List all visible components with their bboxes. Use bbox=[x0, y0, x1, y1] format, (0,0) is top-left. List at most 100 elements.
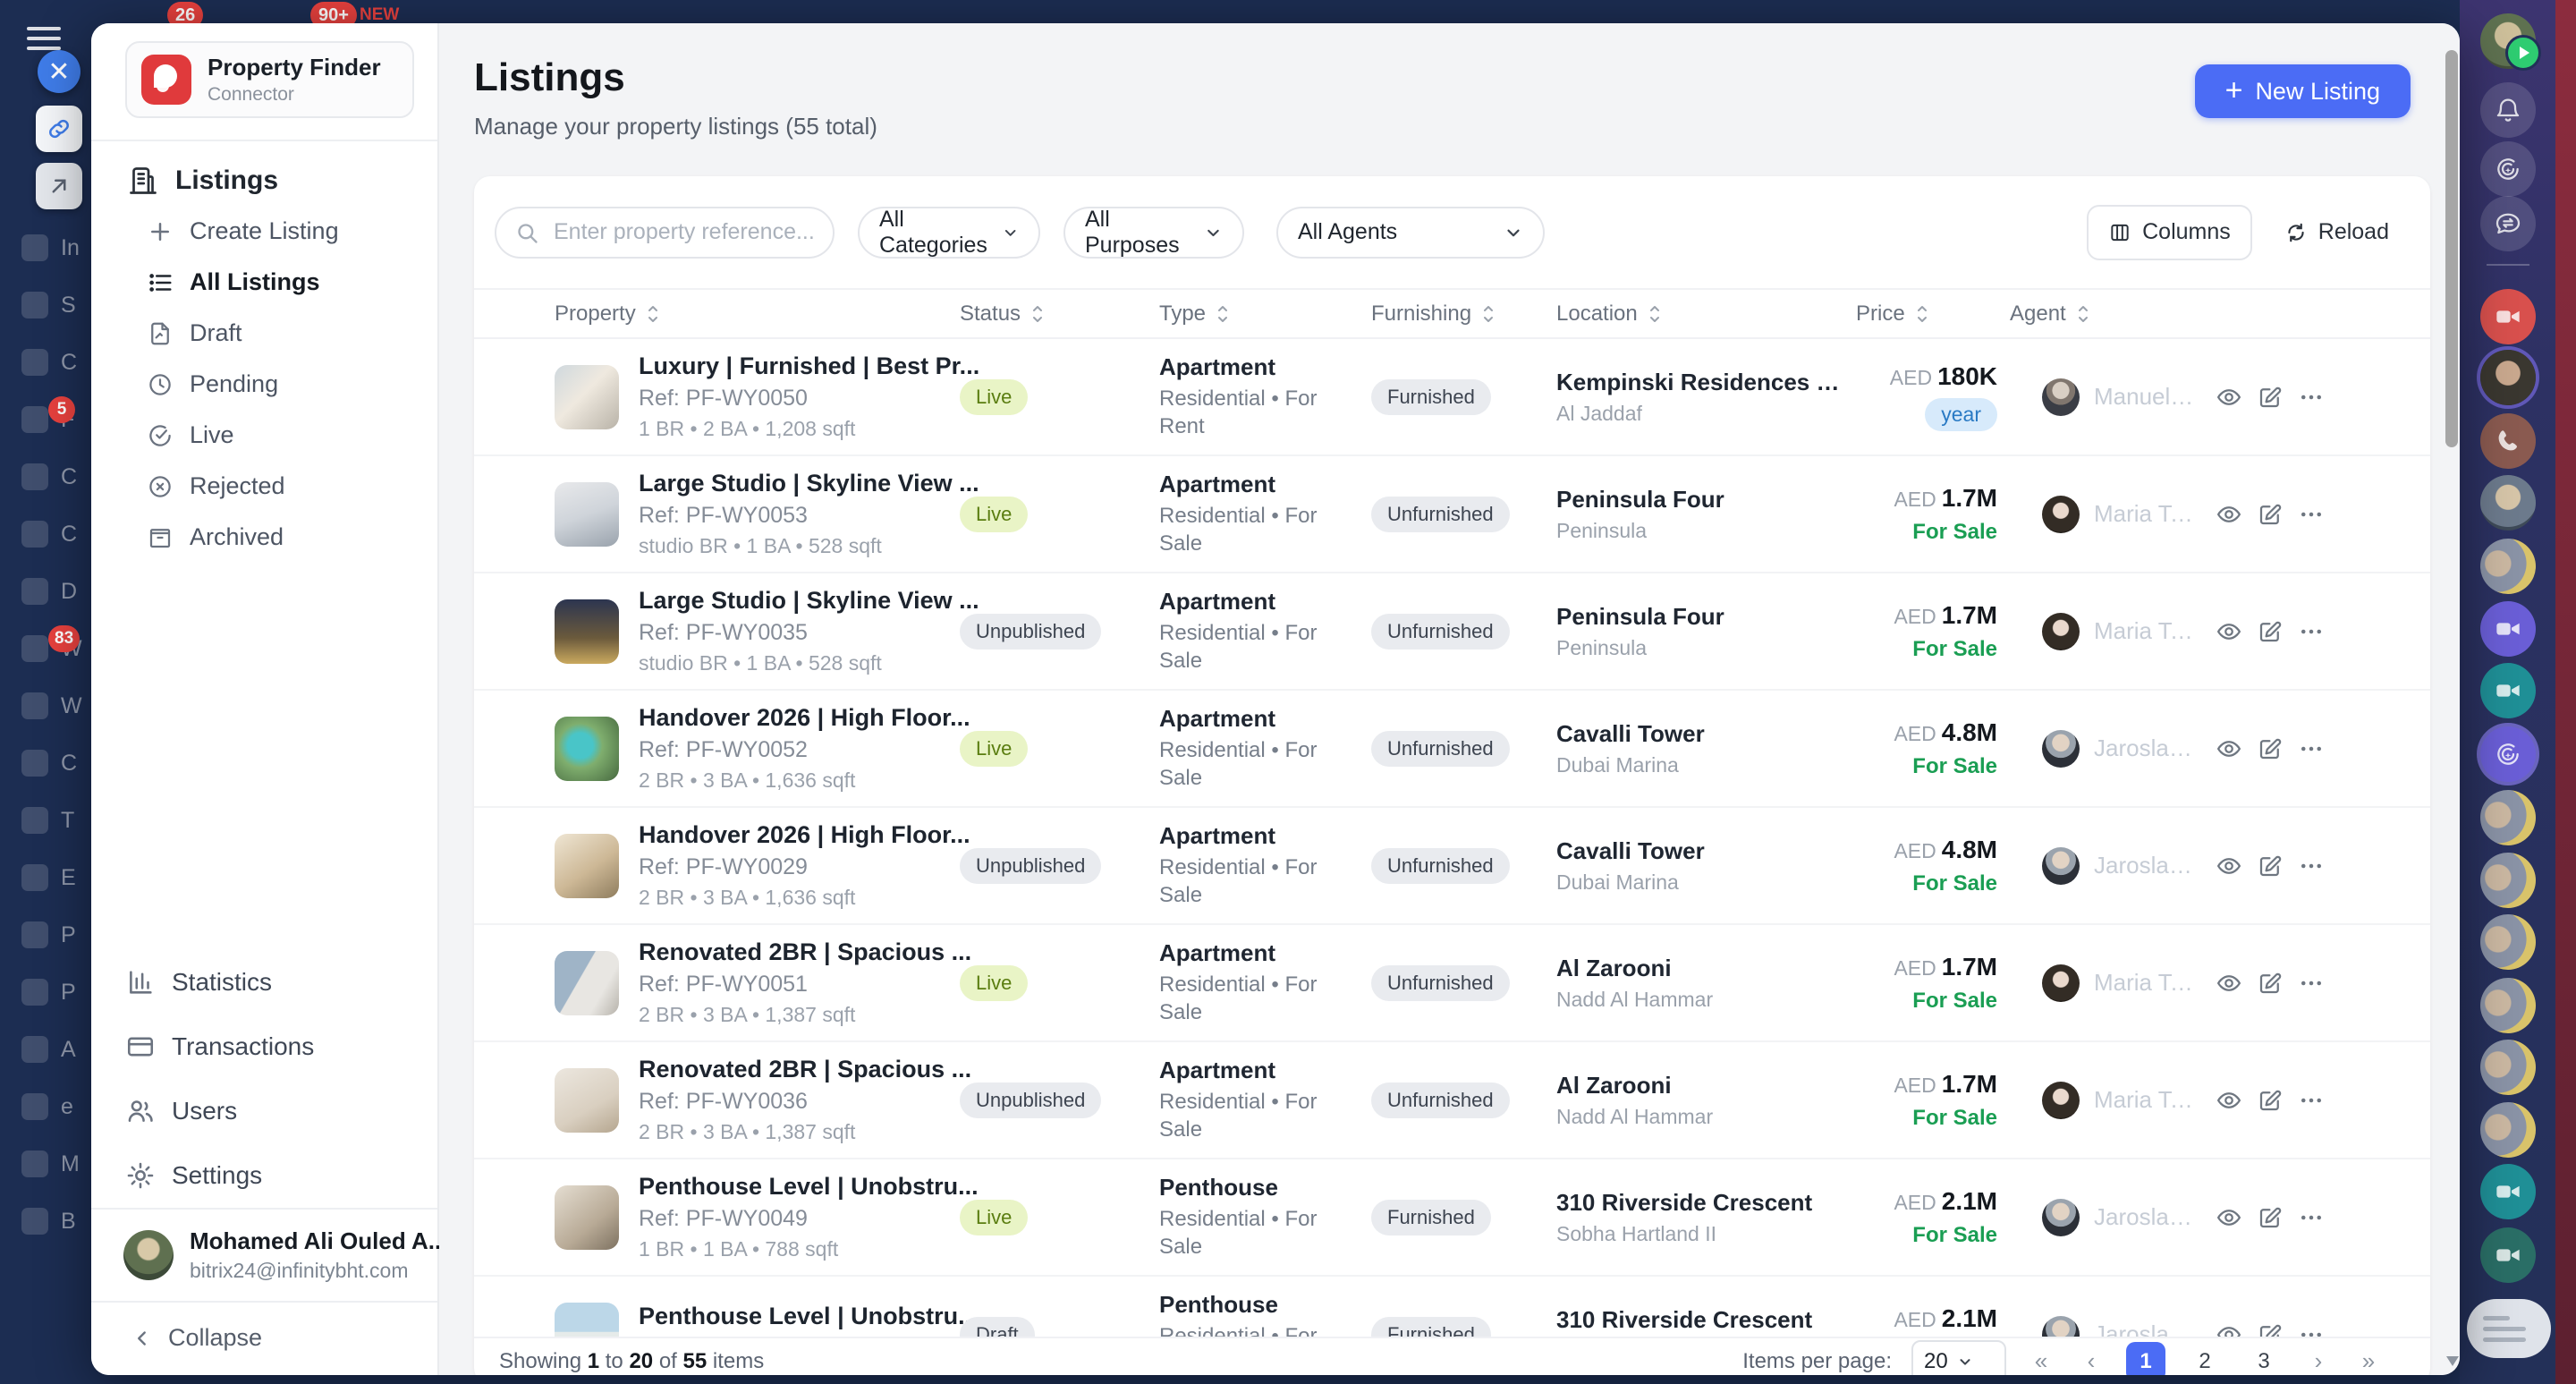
table-row[interactable]: Handover 2026 | High Floor...Ref: PF-WY0… bbox=[474, 691, 2430, 808]
sidebar-item-draft[interactable]: Draft bbox=[91, 308, 437, 359]
more-button[interactable] bbox=[2298, 1321, 2325, 1337]
group-chat-avatar[interactable] bbox=[2480, 539, 2536, 594]
bitrix-menu-item[interactable]: W bbox=[0, 677, 91, 734]
page-button-2[interactable]: 2 bbox=[2185, 1342, 2224, 1376]
video-conference-button[interactable] bbox=[2480, 1227, 2536, 1283]
page-button-1[interactable]: 1 bbox=[2126, 1342, 2165, 1376]
bitrix-menu-item[interactable]: W83 bbox=[0, 620, 91, 677]
hamburger-menu-icon[interactable] bbox=[27, 27, 61, 50]
bitrix-menu-item[interactable]: C bbox=[0, 448, 91, 505]
scrollbar-down-arrow[interactable] bbox=[2446, 1356, 2459, 1366]
view-button[interactable] bbox=[2216, 618, 2242, 645]
more-button[interactable] bbox=[2298, 1204, 2325, 1231]
column-header-location[interactable]: Location bbox=[1556, 301, 1856, 327]
table-row[interactable]: Large Studio | Skyline View ...Ref: PF-W… bbox=[474, 573, 2430, 691]
page-button-3[interactable]: 3 bbox=[2244, 1342, 2284, 1376]
sidebar-item-pending[interactable]: Pending bbox=[91, 359, 437, 410]
view-button[interactable] bbox=[2216, 735, 2242, 762]
collapse-sidebar-button[interactable]: Collapse bbox=[91, 1301, 437, 1375]
agents-select[interactable]: All Agents bbox=[1276, 207, 1545, 259]
bitrix-menu-item[interactable]: C bbox=[0, 334, 91, 391]
edit-button[interactable] bbox=[2257, 1204, 2284, 1231]
bitrix-menu-item[interactable]: P bbox=[0, 964, 91, 1021]
bitrix-menu-item[interactable]: e bbox=[0, 1078, 91, 1135]
sidebar-item-statistics[interactable]: Statistics bbox=[91, 950, 437, 1015]
edit-button[interactable] bbox=[2257, 1087, 2284, 1114]
purposes-select[interactable]: All Purposes bbox=[1063, 207, 1244, 259]
contact-avatar[interactable] bbox=[2480, 350, 2536, 405]
sidebar-item-users[interactable]: Users bbox=[91, 1079, 437, 1143]
open-in-new-button[interactable] bbox=[36, 163, 82, 209]
first-page-button[interactable]: « bbox=[2026, 1347, 2056, 1375]
more-button[interactable] bbox=[2298, 970, 2325, 997]
columns-button[interactable]: Columns bbox=[2087, 205, 2252, 260]
sidebar-item-settings[interactable]: Settings bbox=[91, 1143, 437, 1208]
search-box[interactable] bbox=[495, 207, 835, 259]
table-row[interactable]: Luxury | Furnished | Best Pr...Ref: PF-W… bbox=[474, 339, 2430, 456]
group-chat-avatar[interactable] bbox=[2480, 853, 2536, 908]
group-chat-avatar[interactable] bbox=[2480, 1102, 2536, 1158]
new-listing-button[interactable]: + New Listing bbox=[2195, 64, 2411, 118]
notifications-button[interactable] bbox=[2480, 82, 2536, 138]
bitrix-menu-item[interactable]: D bbox=[0, 563, 91, 620]
sidebar-section-listings[interactable]: Listings bbox=[91, 165, 437, 206]
view-button[interactable] bbox=[2216, 970, 2242, 997]
more-button[interactable] bbox=[2298, 384, 2325, 411]
view-button[interactable] bbox=[2216, 1087, 2242, 1114]
edit-button[interactable] bbox=[2257, 501, 2284, 528]
view-button[interactable] bbox=[2216, 1321, 2242, 1337]
more-button[interactable] bbox=[2298, 735, 2325, 762]
edit-button[interactable] bbox=[2257, 618, 2284, 645]
video-conference-button[interactable] bbox=[2480, 1164, 2536, 1219]
sidebar-item-all-listings[interactable]: All Listings bbox=[91, 257, 437, 308]
table-row[interactable]: Handover 2026 | High Floor...Ref: PF-WY0… bbox=[474, 808, 2430, 925]
search-input[interactable] bbox=[552, 218, 815, 246]
contact-avatar[interactable] bbox=[2480, 475, 2536, 531]
bitrix-menu-item[interactable]: T bbox=[0, 792, 91, 849]
view-button[interactable] bbox=[2216, 501, 2242, 528]
edit-button[interactable] bbox=[2257, 735, 2284, 762]
table-row[interactable]: Large Studio | Skyline View ...Ref: PF-W… bbox=[474, 456, 2430, 573]
edit-button[interactable] bbox=[2257, 853, 2284, 879]
sidebar-item-rejected[interactable]: Rejected bbox=[91, 461, 437, 512]
user-avatar-status[interactable] bbox=[2480, 13, 2536, 69]
column-header-price[interactable]: Price bbox=[1856, 301, 2010, 327]
view-button[interactable] bbox=[2216, 384, 2242, 411]
group-chat-avatar[interactable] bbox=[2480, 790, 2536, 845]
bitrix-menu-item[interactable]: P bbox=[0, 906, 91, 964]
bitrix-menu-item[interactable]: E bbox=[0, 849, 91, 906]
video-conference-button[interactable] bbox=[2480, 601, 2536, 657]
column-header-type[interactable]: Type bbox=[1159, 301, 1371, 327]
bitrix-menu-item[interactable]: In bbox=[0, 219, 91, 276]
items-per-page-select[interactable]: 20 bbox=[1911, 1340, 2006, 1376]
spinner-status-button[interactable] bbox=[2480, 726, 2536, 782]
sidebar-user-profile[interactable]: Mohamed Ali Ouled A... bitrix24@infinity… bbox=[91, 1208, 437, 1301]
bitrix-menu-item[interactable]: B bbox=[0, 1193, 91, 1250]
next-page-button[interactable]: › bbox=[2303, 1347, 2334, 1375]
group-chat-avatar[interactable] bbox=[2480, 914, 2536, 970]
more-button[interactable] bbox=[2298, 618, 2325, 645]
more-button[interactable] bbox=[2298, 1087, 2325, 1114]
prev-page-button[interactable]: ‹ bbox=[2076, 1347, 2106, 1375]
edit-button[interactable] bbox=[2257, 384, 2284, 411]
video-call-button[interactable] bbox=[2480, 289, 2536, 344]
sidebar-item-archived[interactable]: Archived bbox=[91, 512, 437, 563]
phone-call-button[interactable] bbox=[2480, 413, 2536, 469]
group-chat-avatar[interactable] bbox=[2480, 978, 2536, 1033]
categories-select[interactable]: All Categories bbox=[858, 207, 1040, 259]
view-button[interactable] bbox=[2216, 853, 2242, 879]
chat-widget-button[interactable] bbox=[2467, 1299, 2551, 1358]
close-slider-button[interactable]: ✕ bbox=[38, 50, 80, 93]
bitrix-menu-item[interactable]: F5 bbox=[0, 391, 91, 448]
column-header-agent[interactable]: Agent bbox=[2010, 301, 2199, 327]
column-header-property[interactable]: Property bbox=[555, 301, 960, 327]
column-header-furnishing[interactable]: Furnishing bbox=[1371, 301, 1556, 327]
table-row[interactable]: Penthouse Level | Unobstru...Ref: PF-WY0… bbox=[474, 1277, 2430, 1337]
bitrix-menu-item[interactable]: M bbox=[0, 1135, 91, 1193]
table-row[interactable]: Renovated 2BR | Spacious ...Ref: PF-WY00… bbox=[474, 925, 2430, 1042]
spinner-status-button[interactable] bbox=[2480, 141, 2536, 197]
bitrix-menu-item[interactable]: S bbox=[0, 276, 91, 334]
video-conference-button[interactable] bbox=[2480, 663, 2536, 718]
bitrix-menu-item[interactable]: C bbox=[0, 734, 91, 792]
scrollbar-thumb[interactable] bbox=[2445, 50, 2458, 447]
